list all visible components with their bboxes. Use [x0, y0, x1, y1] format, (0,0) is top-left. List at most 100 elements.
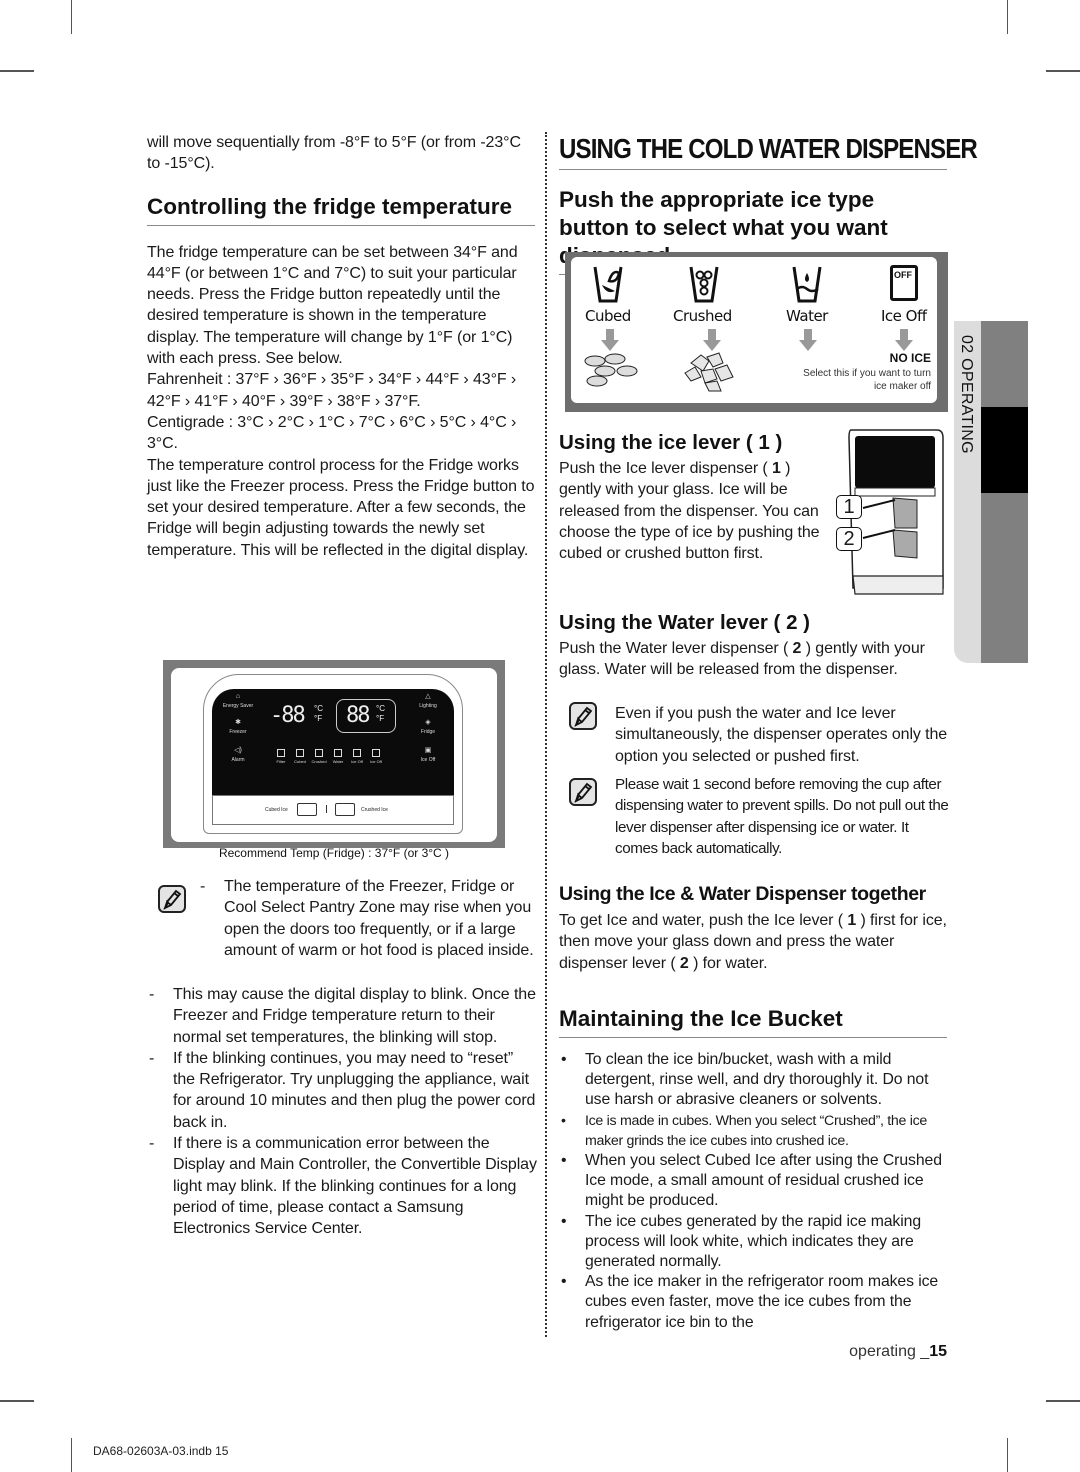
control-panel-illustration: Energy Saver Freezer Alarm Lighting Frid… — [163, 660, 505, 848]
centigrade-sequence: Centigrade : 3°C › 2°C › 1°C › 7°C › 6°C… — [147, 413, 517, 453]
bullet-item: To clean the ice bin/bucket, wash with a… — [559, 1050, 947, 1111]
crop-mark — [1007, 1438, 1008, 1472]
panel-icon-label: Cubed — [294, 759, 306, 764]
ice-lever-heading: Using the ice lever ( 1 ) — [559, 431, 783, 454]
note-item: If there is a communication error betwee… — [147, 1133, 539, 1239]
water-lever-text: Push the Water lever dispenser ( 2 ) gen… — [559, 638, 949, 681]
alarm-icon: ◁) — [234, 747, 242, 754]
note-text: Please wait 1 second before removing the… — [615, 776, 949, 857]
text: ) for water. — [688, 954, 768, 972]
panel-icon-ice-off: Ice Off — [367, 749, 385, 765]
crushed-ice-label: Crushed Ice — [361, 807, 388, 813]
no-ice-label: NO ICE — [889, 351, 931, 365]
bullet-item: When you select Cubed Ice after using th… — [559, 1151, 947, 1212]
ice-lever-section: Using the ice lever ( 1 ) Push the Ice l… — [559, 430, 824, 564]
text: Push the Ice lever dispenser ( — [559, 460, 773, 477]
panel-icon-crushed: Crushed — [310, 749, 328, 765]
option-label: Ice Off — [881, 307, 927, 325]
arrow-down-icon — [895, 329, 913, 351]
arrow-down-icon — [601, 329, 619, 351]
note-icon — [569, 778, 597, 806]
text: Push the Water lever dispenser ( — [559, 640, 793, 657]
option-label: Crushed — [673, 307, 732, 325]
footer-filename: DA68-02603A-03.indb 15 — [93, 1444, 229, 1458]
page-number: operating _15 — [849, 1343, 947, 1361]
fahrenheit-sequence: Fahrenheit : 37°F › 36°F › 35°F › 34°F ›… — [147, 371, 517, 410]
side-tab-label: 02 OPERATING — [958, 335, 975, 454]
fridge-label: Fridge — [420, 729, 436, 735]
no-ice-info: NO ICE Select this if you want to turn i… — [801, 351, 931, 393]
water-lever-section: Using the Water lever ( 2 ) Push the Wat… — [559, 610, 949, 681]
panel-icon-label: Ice Off — [370, 759, 382, 764]
together-section: Using the Ice & Water Dispenser together… — [559, 882, 951, 974]
title-rule — [559, 169, 947, 170]
lever-number: 1 — [847, 912, 857, 929]
fridge-temp-heading: Controlling the fridge temperature — [147, 193, 535, 226]
energy-saver-label: Energy Saver — [222, 703, 254, 709]
freezer-label: Freezer — [229, 729, 247, 735]
ice-bucket-section: Maintaining the Ice Bucket To clean the … — [559, 1005, 947, 1333]
panel-icon-ice-off: Ice Off — [348, 749, 366, 765]
panel-icon-water: Water — [329, 749, 347, 765]
together-heading: Using the Ice & Water Dispenser together — [559, 883, 926, 905]
crushed-ice-button[interactable] — [335, 803, 355, 816]
page-digit: 15 — [929, 1343, 947, 1360]
bullet-item: As the ice maker in the refrigerator roo… — [559, 1272, 947, 1333]
left-note-list-b: This may cause the digital display to bl… — [147, 984, 539, 1240]
left-column: will move sequentially from -8°F to 5°F … — [147, 132, 535, 561]
note-item: The temperature of the Freezer, Fridge o… — [198, 876, 538, 961]
option-label: Cubed — [585, 307, 631, 325]
lighting-label: Lighting — [419, 703, 437, 709]
arrow-down-icon — [799, 329, 817, 351]
panel-icon-label: Ice Off — [351, 759, 363, 764]
cubed-ice-label: Cubed Ice — [265, 807, 288, 813]
lever-number: 1 — [772, 460, 781, 477]
unit-celsius: °C — [376, 704, 385, 713]
cubed-ice-button[interactable] — [297, 803, 317, 816]
freezer-temp-display: -88 — [270, 703, 306, 728]
ice-off-icon: OFF — [890, 265, 918, 301]
option-label: Water — [786, 307, 828, 325]
ice-buttons-strip: Cubed Ice Crushed Ice — [212, 795, 454, 825]
ice-lever-text: Push the Ice lever dispenser ( 1 ) gentl… — [559, 458, 824, 564]
note-icon — [569, 702, 597, 730]
arrow-down-icon — [703, 329, 721, 351]
panel-icon-label: Filter — [276, 759, 286, 764]
callout-1: 1 — [836, 495, 862, 519]
fridge-process-para: The temperature control process for the … — [147, 456, 535, 559]
intro-text: will move sequentially from -8°F to 5°F … — [147, 134, 521, 173]
ice-bucket-heading: Maintaining the Ice Bucket — [559, 1005, 947, 1038]
crop-mark — [1007, 0, 1008, 34]
recommend-temp-caption: Recommend Temp (Fridge) : 37°F (or 3°C ) — [218, 846, 450, 860]
unit-fahrenheit: °F — [376, 714, 385, 723]
separator — [326, 805, 327, 813]
panel-icon-label: Water — [332, 759, 344, 764]
note-item: This may cause the digital display to bl… — [147, 984, 539, 1048]
column-divider — [545, 132, 547, 1337]
section-name: operating _ — [849, 1343, 930, 1360]
lever-number: 2 — [679, 954, 689, 972]
crop-mark — [71, 1438, 72, 1472]
dispenser-selector-illustration: Cubed Crushed Water OFF Ice Off NO ICE S… — [565, 252, 948, 412]
alarm-label: Alarm — [231, 757, 245, 763]
section-title: USING THE COLD WATER DISPENSER — [559, 133, 978, 164]
crop-mark — [71, 0, 72, 34]
off-badge: OFF — [894, 270, 912, 280]
crop-mark — [1046, 1400, 1080, 1402]
note-icon — [158, 885, 186, 913]
cubed-ice-image — [584, 353, 638, 387]
water-icon — [792, 266, 822, 303]
crushed-ice-image — [684, 352, 734, 392]
cubed-ice-icon — [593, 266, 623, 303]
crop-mark — [0, 70, 34, 72]
panel-icon-label: Crushed — [311, 759, 327, 764]
lighting-icon: △ — [425, 693, 431, 700]
crushed-ice-icon — [689, 266, 719, 303]
bullet-item: Ice is made in cubes. When you select “C… — [559, 1111, 947, 1151]
water-lever-heading: Using the Water lever ( 2 ) — [559, 611, 810, 634]
fridge-icon: ◈ — [425, 719, 431, 726]
fridge-temp-display: 88 — [346, 703, 370, 728]
panel-icon-cubed: Cubed — [291, 749, 309, 765]
energy-saver-icon: ⌂ — [235, 693, 241, 700]
lock-icon: ▣ — [424, 747, 432, 754]
